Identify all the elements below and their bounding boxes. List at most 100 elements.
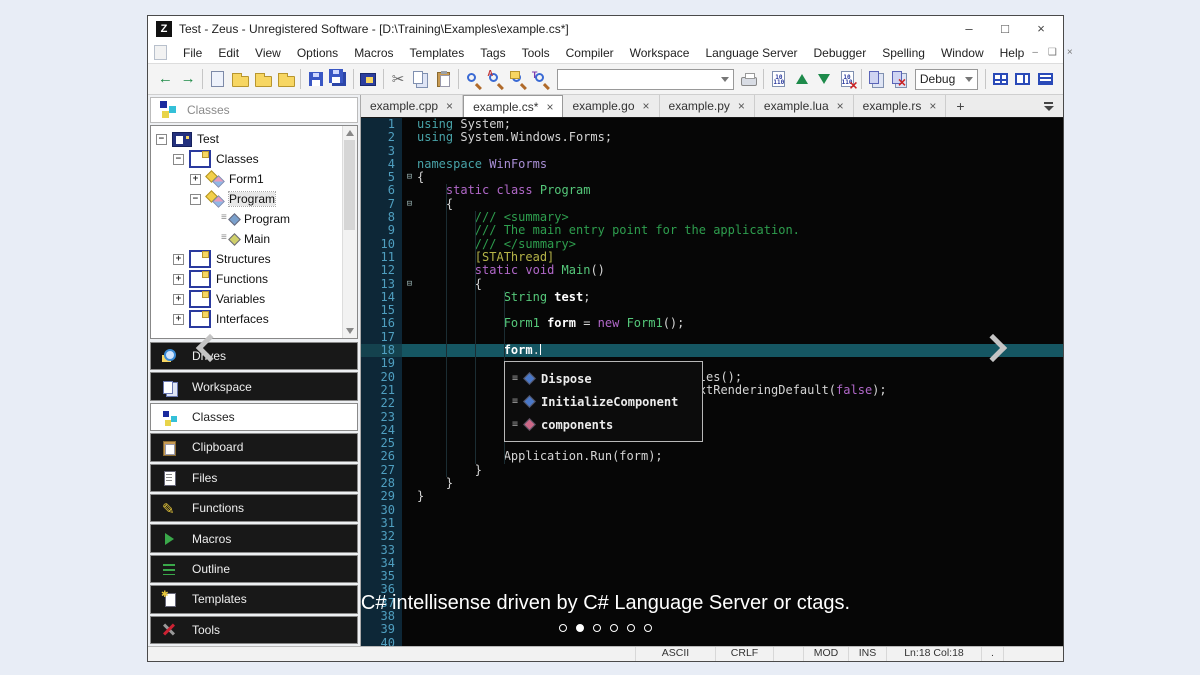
- panel-tab-functions[interactable]: Functions: [150, 494, 358, 523]
- code-line[interactable]: 40: [361, 636, 1063, 646]
- code-line[interactable]: 11 [STAThread]: [361, 250, 1063, 265]
- code-line[interactable]: 17: [361, 330, 1063, 345]
- carousel-dot[interactable]: [610, 624, 618, 632]
- panel-tab-macros[interactable]: Macros: [150, 524, 358, 553]
- code-line[interactable]: 8 /// <summary>: [361, 210, 1063, 225]
- save-all-button[interactable]: [327, 67, 350, 91]
- tab-example-cs[interactable]: example.cs* ×: [463, 95, 564, 117]
- minimize-button[interactable]: –: [951, 17, 987, 41]
- code-line[interactable]: 7 {: [361, 197, 1063, 212]
- tree-expander-icon[interactable]: −: [173, 153, 184, 165]
- nav-forward-button[interactable]: [177, 67, 200, 91]
- tree-item-main[interactable]: Main: [151, 229, 357, 249]
- menu-item-compiler[interactable]: Compiler: [558, 44, 622, 62]
- panel-tab-outline[interactable]: Outline: [150, 554, 358, 584]
- tab-close-icon[interactable]: ×: [546, 101, 553, 113]
- code-line[interactable]: 15: [361, 303, 1063, 318]
- tab-example-go[interactable]: example.go ×: [563, 95, 660, 117]
- carousel-dot[interactable]: [593, 624, 601, 632]
- code-area[interactable]: 1 using System; 2 using System.Windows.Form…: [361, 118, 1063, 646]
- new-file-button[interactable]: [206, 67, 229, 91]
- code-line[interactable]: 29}: [361, 490, 1063, 504]
- menu-item-templates[interactable]: Templates: [402, 44, 473, 62]
- code-line[interactable]: 38: [361, 609, 1063, 624]
- menu-item-window[interactable]: Window: [933, 44, 992, 62]
- completion-item-dispose[interactable]: ≡ Dispose: [505, 367, 702, 390]
- code-line[interactable]: 10 /// </summary>: [361, 237, 1063, 251]
- code-line[interactable]: 1 using System;: [361, 118, 1063, 132]
- code-line[interactable]: 23 form.Show();: [361, 410, 1063, 424]
- cut-button[interactable]: [387, 67, 410, 91]
- tree-expander-icon[interactable]: +: [173, 273, 184, 285]
- tree-item-functions[interactable]: + Functions: [151, 269, 357, 289]
- tree-expander-icon[interactable]: +: [173, 293, 184, 305]
- code-line[interactable]: 25: [361, 436, 1063, 451]
- tree-item-classes[interactable]: − Classes: [151, 149, 357, 169]
- search-combobox[interactable]: [556, 68, 734, 90]
- layout-rows-button[interactable]: [1034, 67, 1057, 91]
- open-recent-button[interactable]: [252, 67, 275, 91]
- completion-item-components[interactable]: ≡ components: [505, 413, 702, 436]
- carousel-dot[interactable]: [627, 624, 635, 632]
- tab-example-py[interactable]: example.py ×: [659, 95, 755, 117]
- layout-grid-button[interactable]: [989, 67, 1012, 91]
- code-line[interactable]: 30: [361, 503, 1063, 517]
- print-button[interactable]: [738, 67, 761, 91]
- mdi-minimize-button[interactable]: –: [1032, 47, 1038, 58]
- fold-marker-icon[interactable]: [402, 171, 417, 184]
- code-line[interactable]: 21 Application.SetCompatibleTextRenderin…: [361, 383, 1063, 398]
- tab-example-rs[interactable]: example.rs ×: [853, 95, 947, 117]
- tree-item-test[interactable]: − Test: [151, 129, 357, 149]
- panel-tab-templates[interactable]: Templates: [150, 585, 358, 614]
- find-in-files-button[interactable]: [507, 67, 530, 91]
- rebuild-stop-button[interactable]: [888, 67, 911, 91]
- maximize-button[interactable]: □: [987, 17, 1023, 41]
- code-line[interactable]: 28 }: [361, 476, 1063, 491]
- tab-close-icon[interactable]: ×: [738, 100, 745, 112]
- panel-tab-drives[interactable]: Drives: [150, 342, 358, 371]
- code-line[interactable]: 24 form.Invalidate();: [361, 423, 1063, 438]
- fold-marker-icon[interactable]: [402, 198, 417, 211]
- mdi-restore-button[interactable]: ❑: [1048, 47, 1057, 58]
- tab-list-dropdown-icon[interactable]: [1044, 102, 1054, 111]
- menu-item-debugger[interactable]: Debugger: [806, 44, 875, 62]
- tree-item-program[interactable]: − Program: [151, 189, 357, 209]
- tab-example-cpp[interactable]: example.cpp ×: [361, 95, 464, 117]
- code-line[interactable]: 12 static void Main(): [361, 263, 1063, 278]
- tree-expander-icon[interactable]: +: [190, 173, 201, 185]
- build-button[interactable]: [865, 67, 888, 91]
- menu-item-macros[interactable]: Macros: [346, 44, 401, 62]
- tab-close-icon[interactable]: ×: [837, 100, 844, 112]
- next-error-button[interactable]: [813, 67, 836, 91]
- tree-expander-icon[interactable]: −: [156, 133, 167, 145]
- tree-item-interfaces[interactable]: + Interfaces: [151, 309, 357, 329]
- code-line[interactable]: 2 using System.Windows.Forms;: [361, 130, 1063, 145]
- window-swap-button[interactable]: [357, 67, 380, 91]
- find-button[interactable]: [462, 67, 485, 91]
- code-line[interactable]: 4 namespace WinForms: [361, 157, 1063, 172]
- tab-example-lua[interactable]: example.lua ×: [754, 95, 854, 117]
- menu-item-workspace[interactable]: Workspace: [622, 44, 698, 62]
- tree-expander-icon[interactable]: −: [190, 193, 201, 205]
- open-folder-button[interactable]: [275, 67, 298, 91]
- prev-error-button[interactable]: [790, 67, 813, 91]
- menu-item-help[interactable]: Help: [992, 44, 1033, 62]
- code-line[interactable]: 19: [361, 357, 1063, 371]
- paste-button[interactable]: [432, 67, 455, 91]
- copy-button[interactable]: [409, 67, 432, 91]
- code-line[interactable]: 9 /// The main entry point for the appli…: [361, 224, 1063, 238]
- fold-marker-icon[interactable]: [402, 278, 417, 291]
- tab-close-icon[interactable]: ×: [446, 100, 453, 112]
- tree-item-program[interactable]: Program: [151, 209, 357, 229]
- build-config-select[interactable]: Debug: [914, 68, 978, 90]
- code-line[interactable]: 3: [361, 144, 1063, 158]
- code-line[interactable]: 32: [361, 529, 1063, 544]
- tree-scrollbar[interactable]: [342, 126, 357, 338]
- carousel-dot[interactable]: [644, 624, 652, 632]
- code-line[interactable]: 27 }: [361, 463, 1063, 478]
- new-tab-button[interactable]: +: [946, 95, 974, 117]
- code-line[interactable]: 37: [361, 596, 1063, 610]
- panel-tab-workspace[interactable]: Workspace: [150, 372, 358, 401]
- menu-item-tools[interactable]: Tools: [514, 44, 558, 62]
- code-line[interactable]: 13 {: [361, 277, 1063, 291]
